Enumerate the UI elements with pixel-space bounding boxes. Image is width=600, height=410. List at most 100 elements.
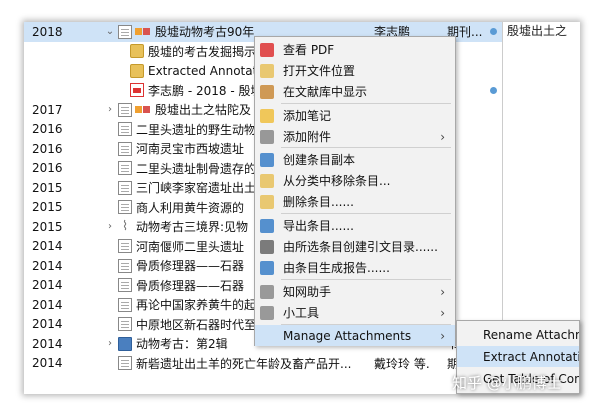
year-cell: 2014 <box>32 258 63 273</box>
year-cell: 2014 <box>32 297 63 312</box>
menu-item[interactable]: 从分类中移除条目... <box>255 170 455 191</box>
menu-separator <box>281 147 451 148</box>
document-icon <box>118 297 132 312</box>
submenu-item-label: Rename Attachm <box>483 327 580 342</box>
submenu-item-label: Extract Annotatio <box>483 349 580 364</box>
menu-item-label: 由条目生成报告...... <box>283 261 390 275</box>
year-cell: 2014 <box>32 317 63 332</box>
document-icon <box>118 356 132 371</box>
menu-item[interactable]: 导出条目...... <box>255 215 455 236</box>
document-icon <box>118 102 132 117</box>
menu-item[interactable]: 小工具 › <box>255 302 455 323</box>
menu-item-label: 删除条目...... <box>283 195 354 209</box>
paperclip-icon: ⌇ <box>121 218 129 234</box>
submenu-item[interactable]: Rename Attachm <box>457 324 580 345</box>
chevron-right-icon: › <box>440 284 445 299</box>
note-icon <box>260 108 274 123</box>
menu-item[interactable]: 在文献库中显示 <box>255 81 455 102</box>
document-icon <box>118 239 132 254</box>
chevron-down-icon[interactable]: ⌄ <box>104 26 116 37</box>
year-cell: 2015 <box>32 180 63 195</box>
menu-item-label: 导出条目...... <box>283 219 354 233</box>
year-cell: 2016 <box>32 122 63 137</box>
menu-separator <box>281 279 451 280</box>
tag-color-icon <box>143 28 150 36</box>
chevron-right-icon: › <box>440 328 445 343</box>
wrench-icon <box>260 284 274 299</box>
attachment-status-dot <box>490 28 497 36</box>
year-cell: 2018 <box>32 24 63 39</box>
document-icon <box>118 258 132 273</box>
menu-item-label: 查看 PDF <box>283 43 335 57</box>
menu-item-label: 从分类中移除条目... <box>283 174 391 188</box>
year-cell: 2014 <box>32 356 63 371</box>
menu-item-label: 由所选条目创建引文目录...... <box>283 240 438 254</box>
title-cell: 新砦遗址出土羊的死亡年龄及畜产品开... <box>136 356 352 371</box>
tag-color-icon <box>143 106 150 114</box>
document-icon <box>118 180 132 195</box>
chevron-right-icon: › <box>440 305 445 320</box>
wrench-icon <box>260 305 274 320</box>
year-cell: 2014 <box>32 239 63 254</box>
table-row[interactable]: 2014新砦遗址出土羊的死亡年龄及畜产品开...戴玲玲 等.期刊... <box>24 354 502 374</box>
year-cell: 2014 <box>32 278 63 293</box>
tag-color-icon <box>135 28 142 36</box>
menu-item[interactable]: 添加附件 › <box>255 126 455 147</box>
menu-item[interactable]: 查看 PDF <box>255 39 455 60</box>
attachment-status-dot <box>490 86 497 94</box>
document-icon <box>118 24 132 39</box>
menu-item-label: 添加附件 <box>283 130 332 144</box>
menu-item[interactable]: 添加笔记 <box>255 105 455 126</box>
folder-icon <box>130 63 144 78</box>
chevron-right-icon: › <box>440 129 445 144</box>
chevron-right-icon[interactable]: › <box>104 104 116 115</box>
year-cell: 2016 <box>32 141 63 156</box>
chevron-right-icon[interactable]: › <box>104 221 116 232</box>
item-pane-note: 殷墟出土之 <box>507 24 568 38</box>
menu-item-label: 在文献库中显示 <box>283 85 368 99</box>
context-menu: 查看 PDF 打开文件位置 在文献库中显示 添加笔记添加附件 › 创建条目副本从分类中移除… <box>254 36 456 346</box>
duplicate-icon <box>260 152 274 167</box>
menu-item-label: Manage Attachments <box>283 328 412 343</box>
menu-separator <box>281 213 451 214</box>
submenu-item[interactable]: Extract Annotatio <box>457 346 580 367</box>
book-icon <box>118 336 132 351</box>
chevron-right-icon[interactable]: › <box>104 338 116 349</box>
document-icon <box>118 122 132 137</box>
report-icon <box>260 260 274 275</box>
document-icon <box>118 161 132 176</box>
library-icon <box>260 84 274 99</box>
menu-item-label: 小工具 <box>283 306 320 320</box>
remove-from-collection-icon <box>260 173 274 188</box>
export-icon <box>260 218 274 233</box>
document-icon <box>118 317 132 332</box>
paperclip-icon <box>260 129 274 144</box>
year-cell: 2016 <box>32 161 63 176</box>
year-cell: 2014 <box>32 336 63 351</box>
menu-item[interactable]: 由所选条目创建引文目录...... <box>255 236 455 257</box>
creator-cell: 戴玲玲 等. <box>374 356 430 371</box>
pdf-icon <box>130 83 144 98</box>
year-cell: 2017 <box>32 102 63 117</box>
menu-item[interactable]: 打开文件位置 <box>255 60 455 81</box>
pdf-icon <box>260 42 274 57</box>
menu-item[interactable]: 知网助手 › <box>255 281 455 302</box>
document-icon <box>118 141 132 156</box>
menu-item-label: 打开文件位置 <box>283 64 356 78</box>
year-cell: 2015 <box>32 219 63 234</box>
watermark: 知乎 @小鹏博士 <box>452 374 562 392</box>
menu-item-label: 知网助手 <box>283 285 332 299</box>
menu-item[interactable]: 创建条目副本 <box>255 149 455 170</box>
menu-item[interactable]: Manage Attachments › <box>255 325 455 346</box>
menu-item-label: 创建条目副本 <box>283 153 356 167</box>
year-cell: 2015 <box>32 200 63 215</box>
tag-color-icon <box>135 106 142 114</box>
menu-item[interactable]: 由条目生成报告...... <box>255 257 455 278</box>
menu-item-label: 添加笔记 <box>283 109 332 123</box>
trash-icon <box>260 194 274 209</box>
menu-item[interactable]: 删除条目...... <box>255 191 455 212</box>
document-icon <box>118 278 132 293</box>
document-icon <box>118 200 132 215</box>
bibliography-icon <box>260 239 274 254</box>
menu-separator <box>281 103 451 104</box>
